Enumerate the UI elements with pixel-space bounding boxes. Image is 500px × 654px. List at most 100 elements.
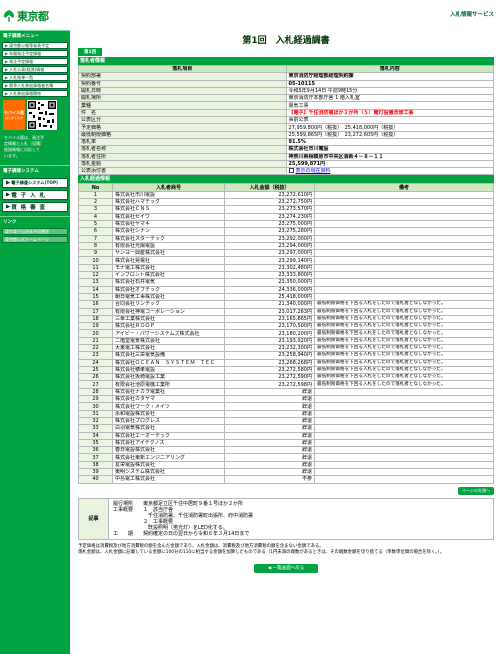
page-top-button[interactable]: ページの先頭へ xyxy=(458,486,494,495)
cell-remark xyxy=(314,278,494,287)
info-value-text: 事前公表 xyxy=(288,117,309,124)
cell-no: 26 xyxy=(78,373,113,382)
info-value: 25,599,871円 xyxy=(285,159,494,169)
sidebar-menu-item[interactable]: ▶ 入札公表(経過)情報 xyxy=(2,66,68,73)
sidebar-menu-item[interactable]: ▶ 入札結果一覧 xyxy=(2,74,68,81)
sidebar-menu-item[interactable]: ▶ 発注予定情報 xyxy=(2,58,68,65)
cell-no: 40 xyxy=(78,475,113,484)
cell-remark: 最低制限価格を下回る入札をしたので落札者となしなかった。 xyxy=(314,322,494,331)
tokyo-logo[interactable]: 東京都 xyxy=(3,6,49,26)
cell-name: 中島電工株式会社 xyxy=(112,475,225,484)
cell-remark xyxy=(314,219,494,229)
info-value-text: 25,599,865円（税抜） 23,272,605円（税抜） xyxy=(288,131,399,138)
cell-no: 12 xyxy=(78,270,113,280)
info-row: 開札場所 東京消防庁本部庁舎 1 階入札室 xyxy=(78,94,494,103)
info-row: 業種 電気工事 xyxy=(78,101,494,110)
cell-no: 23 xyxy=(78,351,113,360)
cell-amount: 辞退 xyxy=(224,460,315,470)
system-top-button[interactable]: ▶ 電子調達システム(TOP) xyxy=(2,178,68,188)
cell-remark: 最低制限価格を下回る入札をしたので落札者となしなかった。 xyxy=(314,307,494,316)
cell-amount: 23,294,000円 xyxy=(224,241,315,251)
cell-amount: 辞退 xyxy=(224,424,315,433)
cell-no: 29 xyxy=(78,395,113,404)
cell-amount: 23,272,750円 xyxy=(224,198,315,207)
page-top-row: ページの先頭へ xyxy=(78,486,494,496)
cell-no: 9 xyxy=(78,249,113,258)
cell-name: 株式会社三栄電気設備 xyxy=(112,351,225,360)
cell-name: サンヨー興産株式会社 xyxy=(112,249,225,258)
cell-remark xyxy=(314,468,494,477)
cell-name: 株式会社ＯＣＥＡＮ ＳＹＳＴＥＭ ＴＥＣ xyxy=(112,358,225,367)
cell-no: 1 xyxy=(78,190,113,200)
info-label: 落札者名称 xyxy=(78,145,287,154)
mobile-description: モバイル版は、発注予 定情報と入札（見積） 経過情報に対応して います。 xyxy=(4,135,44,158)
info-label: 契約番号 xyxy=(78,79,287,88)
cell-name: 永和電設株式会社 xyxy=(112,409,225,418)
sidebar-menu-item[interactable]: ▶ 競争入札参加資格者名簿 xyxy=(2,82,68,89)
cell-name: 株式会社ヤマキ xyxy=(112,219,225,229)
cell-remark xyxy=(314,431,494,440)
mobile-sub: はじめての方 xyxy=(4,116,23,120)
attachment-icon[interactable] xyxy=(288,168,294,174)
table-row: 16 合同会社リンテック 21,340,000円 最低制限価格を下回る入札をしたので落… xyxy=(78,300,494,309)
cell-amount: 辞退 xyxy=(224,446,315,455)
cell-name: モナ電工株式会社 xyxy=(112,263,225,273)
table-row: 2 株式会社ハマテック 23,272,750円 xyxy=(78,198,494,207)
cell-name: 株式会社スターテック xyxy=(112,234,225,243)
info-row: 契約番号 05-10115 xyxy=(78,79,494,88)
link-tokyo-official[interactable]: 東京都公式ホームページ xyxy=(2,236,68,243)
cell-amount: 23,258,940円 xyxy=(224,351,315,360)
cell-remark xyxy=(314,409,494,418)
info-value: 91.5% xyxy=(285,137,494,147)
cell-no: 37 xyxy=(78,453,113,462)
qr-code-icon xyxy=(27,100,57,130)
cell-amount: 23,017,263円 xyxy=(224,307,315,316)
sidebar-menu-label: 入札結果一覧 xyxy=(9,74,34,80)
cell-remark xyxy=(314,395,494,404)
cell-name: アイビー・パワーシステムズ株式会社 xyxy=(112,329,225,338)
link-joint-gov[interactable]: 東京電子自治体共同運営 xyxy=(2,228,68,235)
info-value: 株式会社市川電設 xyxy=(285,145,494,154)
cell-remark xyxy=(314,292,494,302)
service-link[interactable]: 入札情報サービス xyxy=(450,10,494,18)
info-row: 落札金額 25,599,871円 xyxy=(78,159,494,169)
cell-amount: 辞退 xyxy=(224,409,315,418)
arrow-right-icon: ▶ xyxy=(5,59,9,64)
qualification-button[interactable]: ▶ 資 格 審 査 xyxy=(2,202,68,212)
cell-remark xyxy=(314,416,494,426)
cell-no: 17 xyxy=(78,307,113,316)
mobile-icon[interactable]: モバイル版 はじめての方 xyxy=(3,100,25,130)
cell-remark xyxy=(314,249,494,258)
cell-remark xyxy=(314,212,494,221)
table-row: 38 友栄電設株式会社 辞退 xyxy=(78,460,494,470)
menu-list: ▶ 東京都公報等発表予定 ▶ 年間発注予定情報 ▶ 発注予定情報 ▶ 入札公表(経過)情報 ▶ 入… xyxy=(0,42,70,97)
info-value: 【電子】千住消防署ほか２か所（５）電灯設備改修工事 xyxy=(285,108,494,118)
cell-remark: 最低制限価格を下回る入札をしたので落札者となしなかった。 xyxy=(314,373,494,382)
info-header-item: 落札項目 xyxy=(78,64,287,74)
page: 東京都 入札情報サービス 電子調達メニュー ▶ 東京都公報等発表予定 ▶ 年間発注予定… xyxy=(0,0,500,654)
cell-no: 18 xyxy=(78,314,113,324)
table-row: 25 株式会社穂孝電設 23,272,580円 最低制限価格を下回る入札をしたので落札… xyxy=(78,365,494,375)
table-row: 28 株式会社ナカヲ電業社 辞退 xyxy=(78,387,494,397)
footnote-line: 落札金額は、入札金額に記載している金額に100分の110に相当する金額を加算した… xyxy=(78,549,445,555)
table-row: 5 株式会社ヤマキ 23,275,000円 xyxy=(78,219,494,229)
cell-amount: 24,336,000円 xyxy=(224,285,315,294)
cell-remark xyxy=(314,285,494,294)
table-row: 36 春日電設株式会社 辞退 xyxy=(78,446,494,455)
sidebar-menu-item[interactable]: ▶ 年間発注予定情報 xyxy=(2,50,68,57)
cell-amount: 辞退 xyxy=(224,416,315,426)
mobile-box: モバイル版 はじめての方 xyxy=(3,100,67,130)
attachment-link[interactable]: 表示の現在資料 xyxy=(296,169,331,174)
cell-name: 株式会社ナカヲ電業社 xyxy=(112,387,225,397)
notes-content: 履行場所 東京都足立区千住中居町９番１号ほか２か所 工事概要 １ 該当庁舎 千住消… xyxy=(108,497,494,540)
info-value-text: 25,599,871円 xyxy=(288,161,326,167)
back-to-list-button[interactable]: ◀ 一覧画面へ戻る xyxy=(254,563,318,573)
cell-amount: 23,350,000円 xyxy=(224,278,315,287)
info-value: 神奈川県相模原市中央区清新４－８－１１ xyxy=(285,152,494,161)
cell-remark xyxy=(314,438,494,448)
e-bidding-button[interactable]: ▶ 電 子 入 札 xyxy=(2,190,68,200)
sidebar-menu-item[interactable]: ▶ 入札参加資格関係 xyxy=(2,90,68,97)
sidebar-menu-item[interactable]: ▶ 東京都公報等発表予定 xyxy=(2,42,68,49)
table-row: 18 三幸工業株式会社 23,165,865円 最低制限価格を下回る入札をしたので落札… xyxy=(78,314,494,324)
tab-round-1[interactable]: 第1回 xyxy=(78,48,103,56)
